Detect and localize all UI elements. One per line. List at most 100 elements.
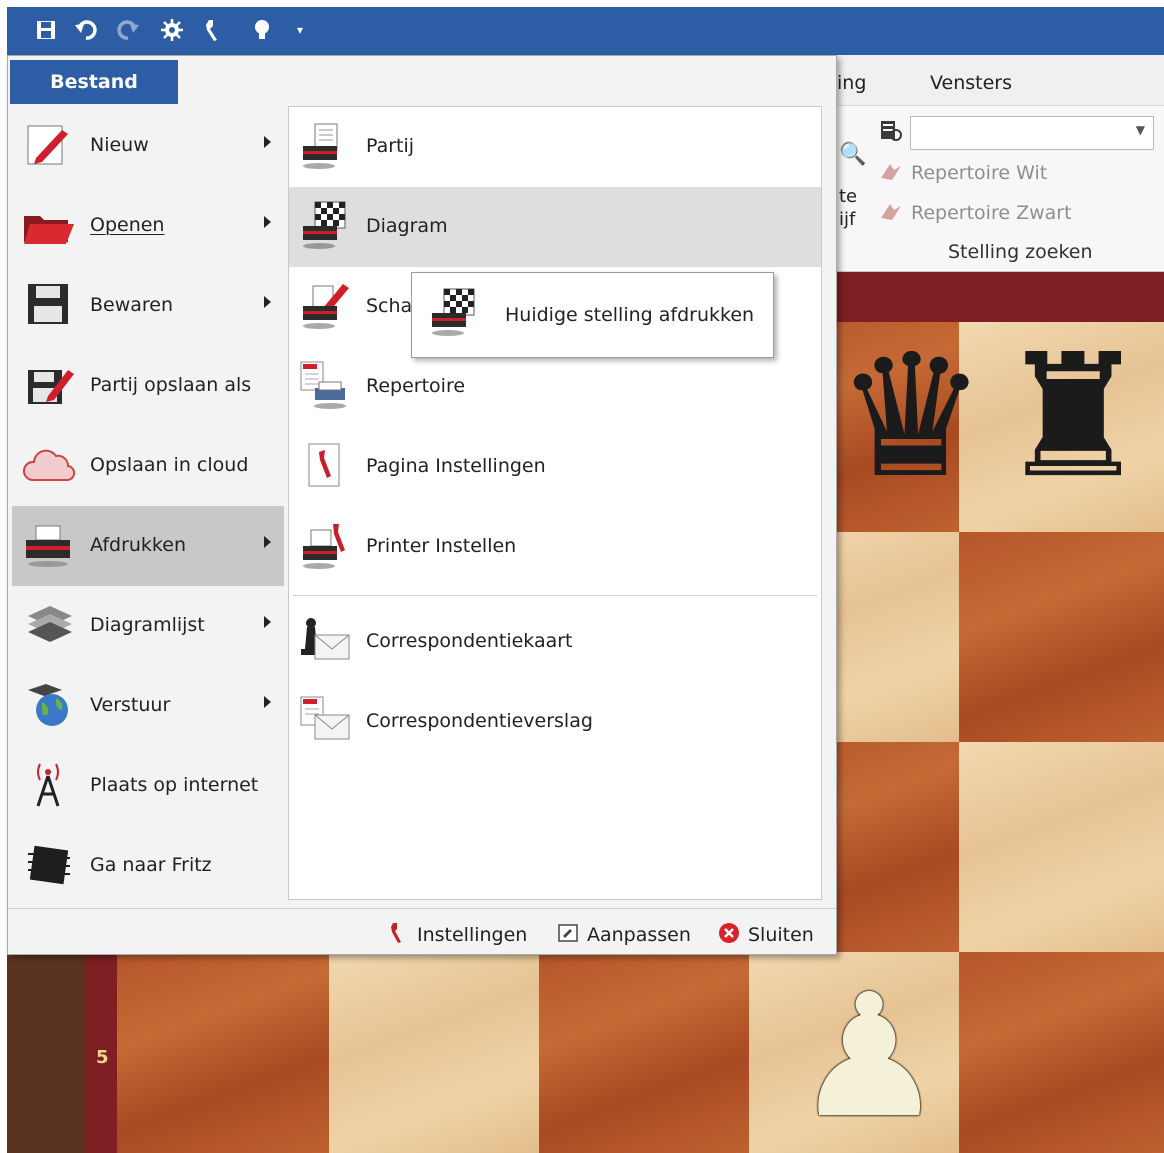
menu-item-printer-instellen[interactable]: Printer Instellen xyxy=(289,507,821,587)
black-queen-icon[interactable]: ♛ xyxy=(835,332,987,502)
close-icon xyxy=(717,921,741,945)
menu-item-diagramlijst[interactable]: Diagramlijst xyxy=(12,586,284,666)
file-menu-footer: Instellingen Aanpassen Sluiten xyxy=(8,908,836,954)
ribbon-group-label: Stelling zoeken xyxy=(948,241,1093,263)
idea-icon[interactable] xyxy=(249,17,275,43)
print-position-icon xyxy=(426,287,482,341)
board-square[interactable] xyxy=(959,532,1164,742)
menu-item-label: Partij xyxy=(366,135,415,157)
separator xyxy=(293,595,817,596)
globe-icon xyxy=(22,680,76,730)
wrench-icon[interactable] xyxy=(201,17,227,43)
menu-item-partij-opslaan-als[interactable]: Partij opslaan als xyxy=(12,346,284,426)
menu-item-label: Pagina Instellingen xyxy=(366,455,546,477)
antenna-icon xyxy=(22,760,76,810)
board-square[interactable] xyxy=(539,952,749,1153)
print-repertoire-icon xyxy=(297,360,353,414)
customize-label: Aanpassen xyxy=(587,924,691,946)
print-position-item[interactable]: Huidige stelling afdrukken xyxy=(505,304,754,326)
settings-label: Instellingen xyxy=(417,924,528,946)
save-icon xyxy=(22,280,76,330)
board-square[interactable] xyxy=(329,952,539,1153)
tab-bestand[interactable]: Bestand xyxy=(10,60,178,104)
folder-icon xyxy=(22,200,76,250)
tab-vensters[interactable]: Vensters xyxy=(930,72,1012,94)
menu-item-opslaan-in-cloud[interactable]: Opslaan in cloud xyxy=(12,426,284,506)
settings-button[interactable]: Instellingen xyxy=(386,921,527,946)
menu-item-nieuw[interactable]: Nieuw xyxy=(12,106,284,186)
diagram-submenu-popup: Huidige stelling afdrukken xyxy=(411,272,774,358)
wrench-icon xyxy=(386,921,410,945)
menu-item-afdrukken[interactable]: Afdrukken xyxy=(12,506,284,586)
rank-label: 5 xyxy=(96,1047,109,1068)
menu-item-bewaren[interactable]: Bewaren xyxy=(12,266,284,346)
menu-item-label: Partij opslaan als xyxy=(90,374,252,396)
print-diagram-icon xyxy=(297,200,353,254)
board-square[interactable] xyxy=(959,742,1164,952)
save-as-icon xyxy=(22,360,76,410)
repertoire-icon xyxy=(878,160,904,182)
correspondence-card-icon xyxy=(297,615,353,669)
menu-item-label: Ga naar Fritz xyxy=(90,854,212,876)
printer-settings-icon xyxy=(297,520,353,574)
close-label: Sluiten xyxy=(748,924,814,946)
menu-item-label: Nieuw xyxy=(90,134,149,156)
database-icon[interactable] xyxy=(878,118,904,144)
close-button[interactable]: Sluiten xyxy=(717,921,814,946)
menu-item-correspondentiekaart[interactable]: Correspondentiekaart xyxy=(289,602,821,682)
correspondence-report-icon xyxy=(297,695,353,749)
customize-icon xyxy=(556,921,580,945)
chevron-right-icon xyxy=(264,296,271,308)
tab-partial[interactable]: ing xyxy=(837,72,866,94)
undo-icon[interactable] xyxy=(73,17,99,43)
menu-item-label: Plaats op internet xyxy=(90,774,259,796)
menu-item-repertoire[interactable]: Repertoire xyxy=(289,347,821,427)
chevron-right-icon xyxy=(264,696,271,708)
chip-icon xyxy=(22,840,76,890)
chevron-right-icon xyxy=(264,536,271,548)
customize-button[interactable]: Aanpassen xyxy=(556,921,691,946)
print-game-icon xyxy=(297,120,353,174)
board-square[interactable] xyxy=(959,952,1164,1153)
redo-icon[interactable] xyxy=(115,17,141,43)
title-bar: ▾ xyxy=(7,7,1164,55)
repertoire-white-label: Repertoire Wit xyxy=(911,162,1048,184)
printer-icon xyxy=(22,520,76,570)
menu-item-label: Opslaan in cloud xyxy=(90,454,249,476)
repertoire-black-button[interactable]: Repertoire Zwart xyxy=(878,200,1072,224)
menu-item-label: Bewaren xyxy=(90,294,174,316)
file-menu-left-pane: Nieuw Openen Bewaren Partij opslaan als … xyxy=(12,106,288,906)
menu-item-label: Repertoire xyxy=(366,375,466,397)
engine-icon[interactable] xyxy=(159,17,185,43)
menu-item-label: Verstuur xyxy=(90,694,171,716)
cloud-icon xyxy=(22,440,76,490)
print-submenu: Partij Diagram Scha Repertoire Pagina In… xyxy=(288,106,822,900)
menu-item-openen[interactable]: Openen xyxy=(12,186,284,266)
menu-item-ga-naar-fritz[interactable]: Ga naar Fritz xyxy=(12,826,284,906)
repertoire-white-button[interactable]: Repertoire Wit xyxy=(878,160,1047,184)
menu-item-plaats-op-internet[interactable]: Plaats op internet xyxy=(12,746,284,826)
board-square[interactable] xyxy=(117,952,329,1153)
menu-item-diagram[interactable]: Diagram xyxy=(289,187,821,267)
menu-item-verstuur[interactable]: Verstuur xyxy=(12,666,284,746)
customize-icon[interactable]: ▾ xyxy=(287,17,313,43)
menu-item-label: Diagramlijst xyxy=(90,614,205,636)
search-position-field[interactable]: ▼ xyxy=(910,116,1154,150)
menu-item-label: Openen xyxy=(90,214,165,236)
menu-item-pagina-instellingen[interactable]: Pagina Instellingen xyxy=(289,427,821,507)
menu-item-label: Correspondentiekaart xyxy=(366,630,573,652)
repertoire-icon xyxy=(878,200,904,222)
save-icon[interactable] xyxy=(33,17,59,43)
print-edit-icon xyxy=(297,280,353,334)
chevron-right-icon xyxy=(264,216,271,228)
chevron-down-icon[interactable]: ▼ xyxy=(1136,123,1145,137)
menu-item-label: Printer Instellen xyxy=(366,535,517,557)
menu-item-correspondentieverslag[interactable]: Correspondentieverslag xyxy=(289,682,821,762)
repertoire-black-label: Repertoire Zwart xyxy=(911,202,1072,224)
search-board-icon[interactable]: 🔍 xyxy=(839,142,866,167)
chevron-right-icon xyxy=(264,616,271,628)
black-rook-icon[interactable]: ♜ xyxy=(997,332,1149,502)
menu-item-partij[interactable]: Partij xyxy=(289,107,821,187)
white-pawn-icon[interactable]: ♟ xyxy=(793,972,945,1142)
page-settings-icon xyxy=(297,440,353,494)
